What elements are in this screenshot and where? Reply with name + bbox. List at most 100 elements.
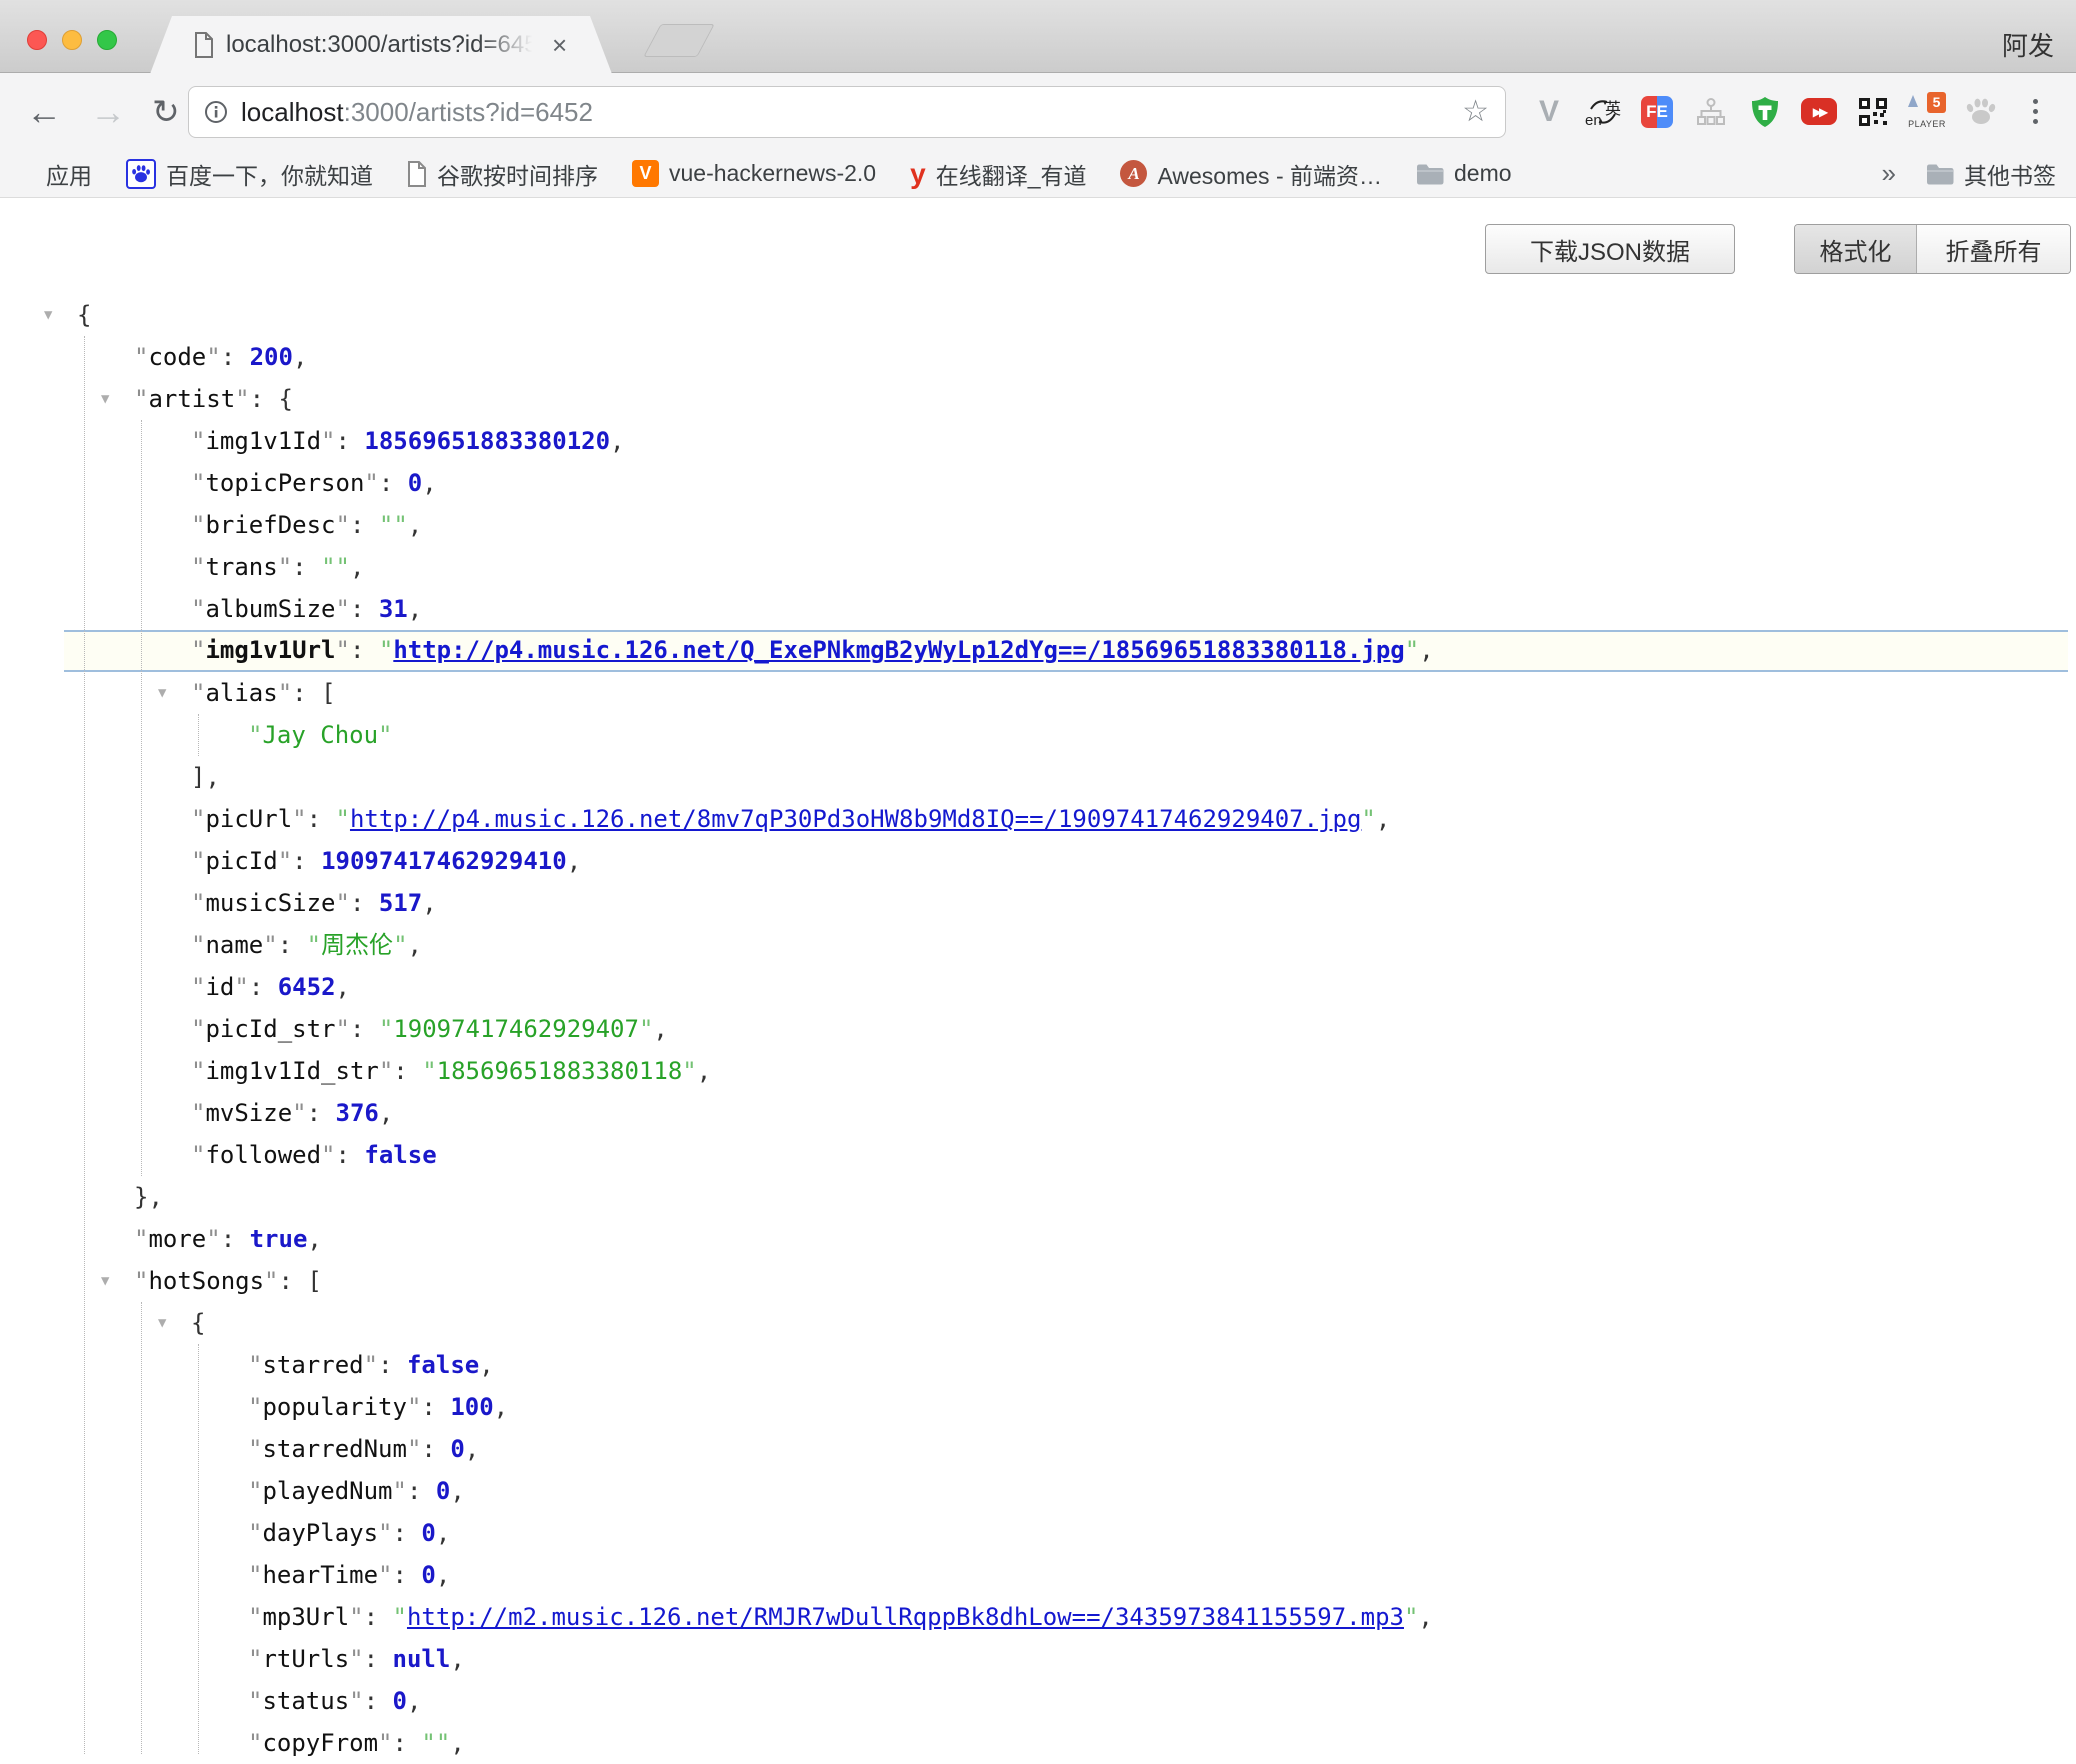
minimize-window-button[interactable] [62,30,82,50]
bookmark-item[interactable]: demo [1416,160,1512,187]
json-key: trans [205,553,277,581]
json-key: name [205,931,263,959]
json-key: rtUrls [262,1645,349,1673]
json-key: picUrl [205,805,292,833]
extension-button[interactable]: V [1522,84,1576,140]
bookmark-label: vue-hackernews-2.0 [669,160,876,187]
json-key: copyFrom [262,1729,378,1757]
json-row: "id": 6452, [0,966,2076,1008]
json-key: status [262,1687,349,1715]
json-punct: , [307,1225,321,1253]
json-punct: , [479,1351,493,1379]
address-bar[interactable]: localhost:3000/artists?id=6452 ☆ [188,86,1506,138]
json-row: ▼{ [0,1302,2076,1344]
json-row: "picId": 19097417462929410, [0,840,2076,882]
extension-button[interactable] [1954,84,2008,140]
json-row: "img1v1Url": "http://p4.music.126.net/Q_… [64,630,2068,672]
tab-title-wrap: localhost:3000/artists?id=6452 [226,31,542,59]
extension-button[interactable]: 英en [1576,84,1630,140]
json-punct: , [450,1645,464,1673]
extension-button[interactable] [1684,84,1738,140]
extension-button[interactable]: FE [1630,84,1684,140]
json-key: picId [205,847,277,875]
window-controls [27,30,117,50]
bookmark-item[interactable]: AAwesomes - 前端资… [1120,157,1382,191]
json-punct: { [77,301,91,329]
json-value-string: 18569651883380118 [437,1057,683,1085]
json-punct: , [407,1687,421,1715]
json-row: "musicSize": 517, [0,882,2076,924]
json-row: "dayPlays": 0, [0,1512,2076,1554]
extension-button[interactable]: 5PLAYER [1900,84,1954,140]
profile-name[interactable]: 阿发 [2002,26,2054,63]
reload-button[interactable]: ↻ [152,73,180,150]
new-tab-button[interactable] [643,24,715,57]
bookmark-item[interactable]: 其他书签 [1926,157,2056,191]
json-url-link[interactable]: http://p4.music.126.net/8mv7qP30Pd3oHW8b… [350,805,1361,833]
json-row: "briefDesc": "", [0,504,2076,546]
extension-button[interactable]: ▶▶ [1792,84,1846,140]
bookmarks-overflow-chevron[interactable]: » [1882,158,1896,189]
json-punct: , [436,1519,450,1547]
json-key: hearTime [262,1561,378,1589]
tampermonkey-icon [1750,96,1780,128]
close-window-button[interactable] [27,30,47,50]
json-key: more [148,1225,206,1253]
collapse-arrow-icon[interactable]: ▼ [44,294,52,336]
collapse-arrow-icon[interactable]: ▼ [101,1260,109,1302]
json-row: ▼"artist": { [0,378,2076,420]
json-key: starredNum [262,1435,407,1463]
back-button[interactable]: ← [26,73,62,150]
tab-title-fade [478,31,542,59]
chrome-menu-icon [2033,99,2038,124]
collapse-arrow-icon[interactable]: ▼ [101,378,109,420]
json-punct: , [350,553,364,581]
indent-guide [198,714,199,756]
bookmark-item[interactable]: 百度一下，你就知道 [126,157,373,191]
download-json-button[interactable]: 下载JSON数据 [1485,224,1735,274]
json-punct: , [1418,1603,1432,1631]
info-icon[interactable] [203,99,229,125]
json-url-link[interactable]: http://m2.music.126.net/RMJR7wDullRqppBk… [407,1603,1404,1631]
bookmark-item[interactable]: Vvue-hackernews-2.0 [632,160,876,187]
bookmark-item[interactable]: 应用 [20,157,92,191]
json-url-link[interactable]: http://p4.music.126.net/Q_ExePNkmgB2yWyL… [393,636,1404,664]
extension-button[interactable] [1846,84,1900,140]
folder-icon [1416,163,1444,185]
url-text[interactable]: localhost:3000/artists?id=6452 [241,97,593,128]
format-button[interactable]: 格式化 [1795,225,1917,273]
json-row: "Jay Chou" [0,714,2076,756]
json-value-number: 0 [393,1687,407,1715]
browser-tab[interactable]: localhost:3000/artists?id=6452 × [150,16,612,74]
json-value-number: true [250,1225,308,1253]
json-row: "popularity": 100, [0,1386,2076,1428]
page-icon [407,161,427,187]
json-row: "trans": "", [0,546,2076,588]
tab-close-icon[interactable]: × [552,32,567,58]
json-value-number: false [364,1141,436,1169]
json-value-number: 31 [379,595,408,623]
collapse-arrow-icon[interactable]: ▼ [158,672,166,714]
indent-guide [198,1344,199,1754]
extension-button[interactable] [2008,84,2062,140]
extension-button[interactable] [1738,84,1792,140]
json-punct: , [567,847,581,875]
bookmark-item[interactable]: 谷歌按时间排序 [407,157,598,191]
url-host: localhost [241,97,344,127]
collapse-arrow-icon[interactable]: ▼ [158,1302,166,1344]
json-key: briefDesc [205,511,335,539]
bookmark-label: 百度一下，你就知道 [166,157,373,191]
json-row: "img1v1Id_str": "18569651883380118", [0,1050,2076,1092]
collapse-all-button[interactable]: 折叠所有 [1917,225,2070,273]
bookmark-star-icon[interactable]: ☆ [1462,97,1489,127]
json-row: "name": "周杰伦", [0,924,2076,966]
json-row: ], [0,756,2076,798]
json-key: hotSongs [148,1267,264,1295]
json-value-number: 6452 [278,973,336,1001]
bookmark-item[interactable]: y在线翻译_有道 [910,157,1086,191]
fullscreen-window-button[interactable] [97,30,117,50]
json-punct: , [450,1477,464,1505]
vue-v-icon: V [632,160,659,187]
json-row: "picId_str": "19097417462929407", [0,1008,2076,1050]
json-row: "followed": false [0,1134,2076,1176]
